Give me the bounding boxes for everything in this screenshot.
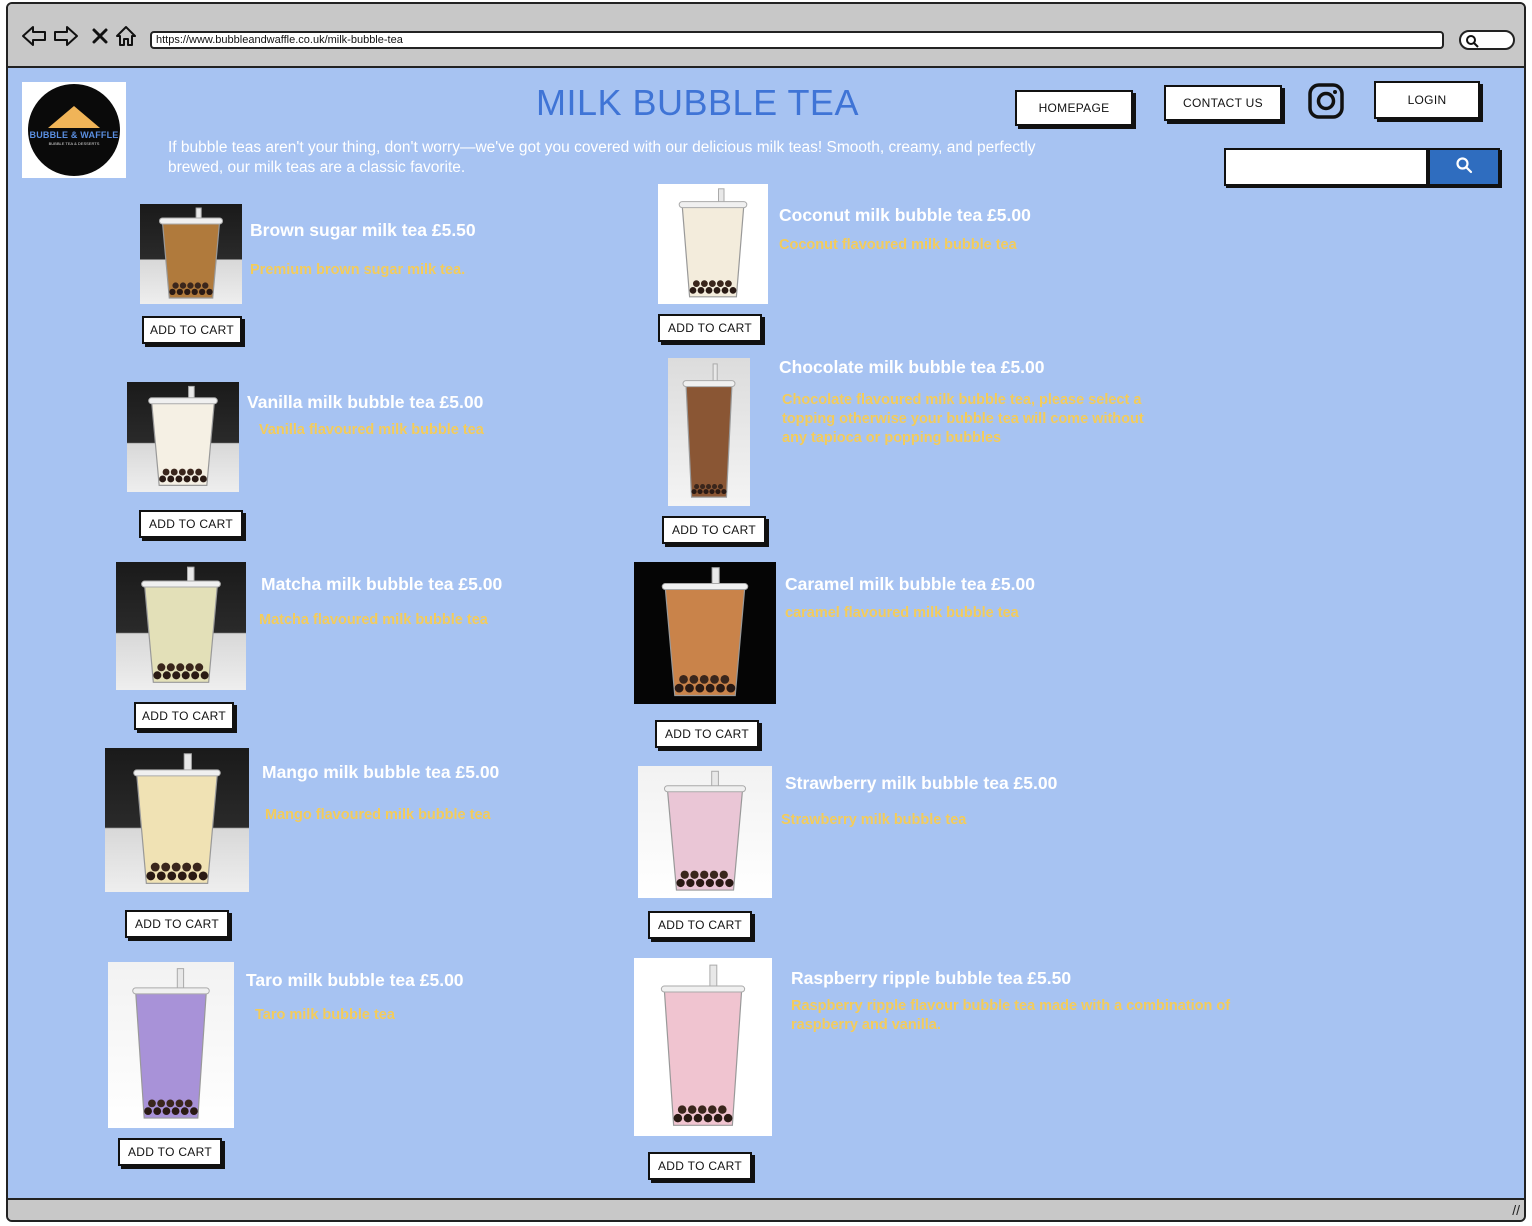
product-image[interactable]: [658, 184, 768, 304]
logo-subtext: BUBBLE TEA & DESSERTS: [48, 141, 100, 146]
product-name: Taro milk bubble tea £5.00: [246, 970, 464, 990]
product-name: Chocolate milk bubble tea £5.00: [779, 357, 1045, 377]
product-name: Brown sugar milk tea £5.50: [250, 220, 476, 240]
logo-text: BUBBLE & WAFFLE: [29, 130, 119, 140]
add-to-cart-button[interactable]: ADD TO CART: [134, 702, 234, 730]
product-description: Vanilla flavoured milk bubble tea: [259, 422, 484, 438]
product-image[interactable]: [638, 766, 772, 898]
add-to-cart-button[interactable]: ADD TO CART: [142, 316, 242, 344]
product-description: Strawberry milk bubble tea: [781, 812, 967, 828]
login-button[interactable]: LOGIN: [1374, 81, 1480, 119]
product-description: Mango flavoured milk bubble tea: [265, 807, 491, 823]
site-search-input[interactable]: [1224, 148, 1428, 186]
product-description: Taro milk bubble tea: [255, 1007, 395, 1023]
product-name: Mango milk bubble tea £5.00: [262, 762, 500, 782]
browser-window: https://www.bubbleandwaffle.co.uk/milk-b…: [6, 2, 1526, 1222]
product-image[interactable]: [116, 562, 246, 690]
product-name: Coconut milk bubble tea £5.00: [779, 205, 1031, 225]
product-description: caramel flavoured milk bubble tea: [785, 605, 1019, 621]
back-arrow-icon[interactable]: [20, 22, 48, 50]
product-image[interactable]: [668, 358, 750, 506]
product-description: Chocolate flavoured milk bubble tea, ple…: [782, 392, 1144, 446]
instagram-icon[interactable]: [1307, 82, 1345, 120]
product-name: Raspberry ripple bubble tea £5.50: [791, 968, 1072, 988]
browser-search-field[interactable]: [1459, 30, 1515, 50]
contact-us-button[interactable]: CONTACT US: [1164, 85, 1282, 121]
site-logo[interactable]: BUBBLE & WAFFLE BUBBLE TEA & DESSERTS: [22, 82, 126, 178]
product-image[interactable]: [140, 204, 242, 304]
search-icon: [1465, 34, 1479, 53]
add-to-cart-button[interactable]: ADD TO CART: [118, 1138, 222, 1166]
product-image[interactable]: [127, 382, 239, 492]
add-to-cart-button[interactable]: ADD TO CART: [658, 314, 762, 342]
site-search-button[interactable]: [1428, 148, 1500, 186]
add-to-cart-button[interactable]: ADD TO CART: [648, 1152, 752, 1180]
page-content: BUBBLE & WAFFLE BUBBLE TEA & DESSERTS MI…: [8, 68, 1524, 1198]
add-to-cart-button[interactable]: ADD TO CART: [655, 720, 759, 748]
product-name: Vanilla milk bubble tea £5.00: [247, 392, 484, 412]
add-to-cart-button[interactable]: ADD TO CART: [139, 510, 243, 538]
search-icon: [1455, 156, 1473, 179]
product-image[interactable]: [108, 962, 234, 1128]
address-bar[interactable]: https://www.bubbleandwaffle.co.uk/milk-b…: [150, 31, 1444, 49]
browser-status-bar: //: [8, 1198, 1524, 1220]
product-name: Strawberry milk bubble tea £5.00: [785, 773, 1058, 793]
product-description: Raspberry ripple flavour bubble tea made…: [791, 998, 1231, 1033]
product-image[interactable]: [634, 562, 776, 704]
intro-text: If bubble teas aren't your thing, don't …: [168, 139, 1036, 176]
close-icon[interactable]: [86, 22, 114, 50]
resize-grip-icon[interactable]: //: [1512, 1202, 1520, 1218]
add-to-cart-button[interactable]: ADD TO CART: [125, 910, 229, 938]
logo-badge: BUBBLE & WAFFLE BUBBLE TEA & DESSERTS: [28, 84, 120, 176]
product-name: Matcha milk bubble tea £5.00: [261, 574, 503, 594]
forward-arrow-icon[interactable]: [52, 22, 80, 50]
add-to-cart-button[interactable]: ADD TO CART: [662, 516, 766, 544]
home-icon[interactable]: [112, 22, 140, 50]
product-name: Caramel milk bubble tea £5.00: [785, 574, 1035, 594]
product-description: Premium brown sugar milk tea.: [250, 262, 466, 278]
product-description: Coconut flavoured milk bubble tea: [779, 237, 1017, 253]
waffle-icon: [48, 106, 100, 128]
homepage-button[interactable]: HOMEPAGE: [1015, 90, 1133, 126]
product-description: Matcha flavoured milk bubble tea: [259, 612, 488, 628]
browser-toolbar: https://www.bubbleandwaffle.co.uk/milk-b…: [8, 4, 1524, 68]
product-image[interactable]: [634, 958, 772, 1136]
page-title: MILK BUBBLE TEA: [536, 82, 859, 123]
add-to-cart-button[interactable]: ADD TO CART: [648, 911, 752, 939]
product-image[interactable]: [105, 748, 249, 892]
